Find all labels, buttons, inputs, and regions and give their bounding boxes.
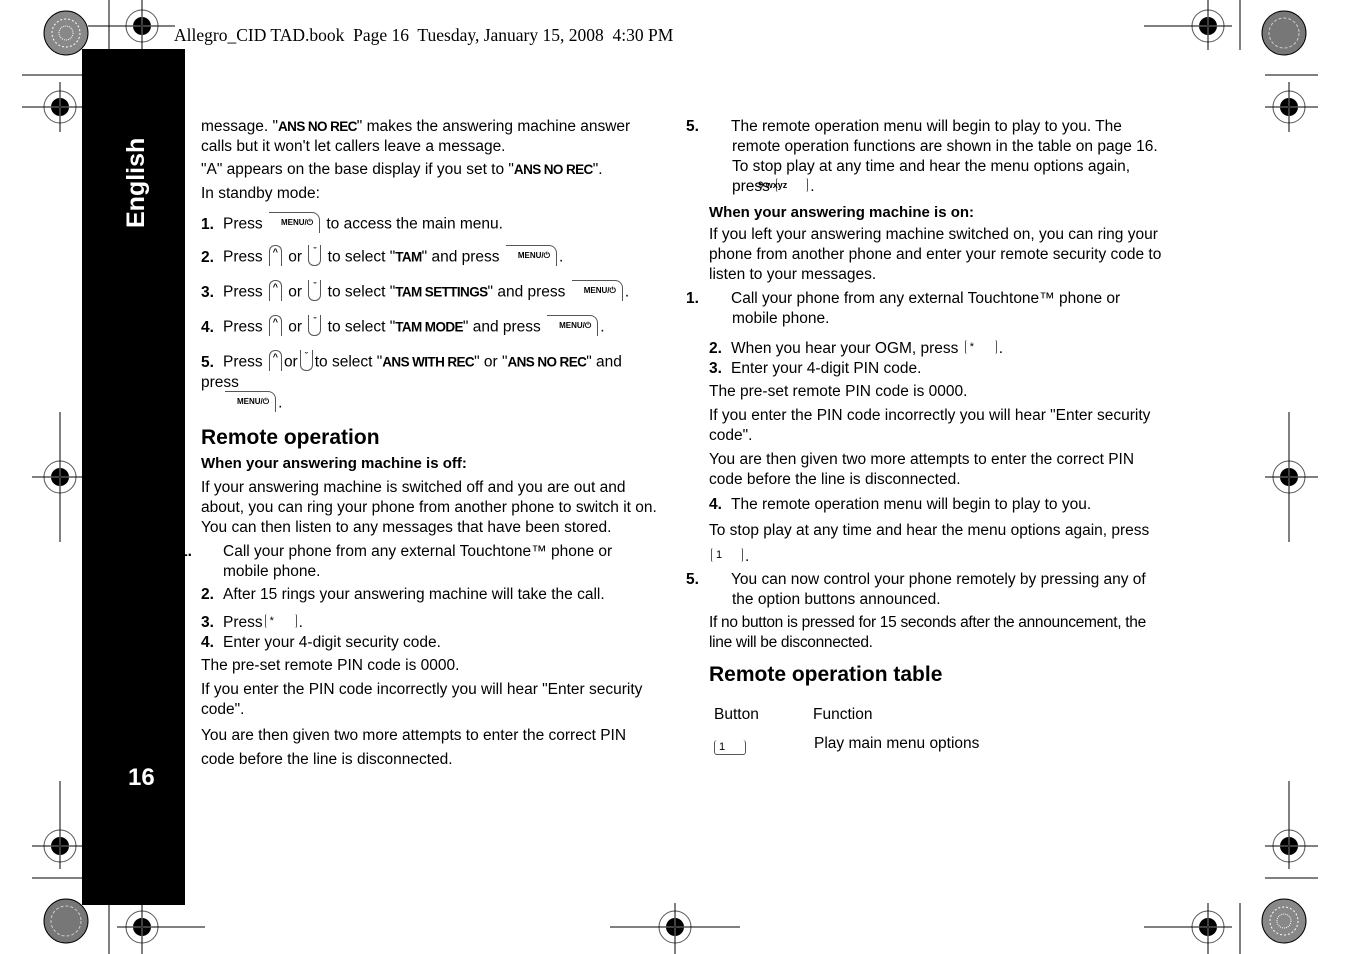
paragraph: If you enter the PIN code incorrectly yo… [201,681,643,718]
crosshair-mark-icon [32,412,82,542]
nine-key-icon: 9 wxyz [758,177,809,192]
display-note: "A" appears on the base display if you s… [201,161,603,178]
paragraph: You are then given two more attempts to … [201,727,627,768]
paragraph: The pre-set remote PIN code is 0000. [201,657,460,674]
crosshair-mark-icon [1144,903,1232,954]
crosshair-mark-icon [1144,0,1232,50]
table-header-button: Button [714,706,759,723]
color-bar-dial-icon [43,898,89,944]
step-item: 2. After 15 rings your answering machine … [201,586,605,603]
paragraph: To stop play at any time and hear the me… [709,522,1150,565]
menu-key-icon: MENU/⏻ [505,245,557,266]
standby-label: In standby mode: [201,185,320,202]
crosshair-mark-icon [32,781,82,869]
one-key-icon: 1 [711,547,743,562]
step-item: 1. Call your phone from any external Touc… [686,290,1121,327]
crosshair-mark-icon [1265,781,1318,869]
paragraph: If your answering machine is switched of… [201,479,657,536]
star-key-icon: * [264,613,297,628]
crosshair-mark-icon [22,82,82,132]
down-arrow-key-icon: ˇ [308,315,322,336]
menu-key-icon: MENU/⏻ [225,391,277,412]
table-header-row: Button Function [709,705,980,733]
left-column: message. "ANS NO REC" makes the answerin… [179,117,661,772]
crosshair-mark-icon [1265,82,1318,132]
paragraph: The pre-set remote PIN code is 0000. [709,383,968,400]
crosshair-mark-icon [1265,412,1318,542]
step-item: 1. Press MENU/⏻ to access the main menu. [201,212,661,235]
crosshair-mark-icon [88,0,175,50]
star-key-icon: * [964,339,997,354]
table-header-function: Function [813,706,873,723]
step-item: 5. You can now control your phone remotel… [686,571,1146,608]
step-item: 4. Press ^ or ˇ to select "TAM MODE" and … [201,315,605,336]
menu-key-icon: MENU/⏻ [571,280,623,301]
color-bar-dial-icon [43,10,89,56]
crosshair-mark-icon [117,905,205,954]
section-heading: Remote operation [201,426,380,449]
step-item: 2. When you hear your OGM, press *. [709,339,1004,357]
up-arrow-key-icon: ^ [268,280,282,301]
one-key-icon: 1 [714,740,746,756]
table-cell-function: Play main menu options [814,735,980,752]
section-heading: Remote operation table [709,663,943,686]
up-arrow-key-icon: ^ [268,245,282,266]
step-item: 3. Enter your 4-digit PIN code. [709,360,922,377]
color-bar-dial-icon [1261,898,1307,944]
down-arrow-key-icon: ˇ [308,280,322,301]
menu-key-icon: MENU/⏻ [547,315,599,336]
right-column: 5. The remote operation menu will begin t… [686,117,1169,756]
intro-paragraph: message. "ANS NO REC" makes the answerin… [201,118,631,155]
step-item: 3. Press *. [201,613,303,631]
remote-operation-table: Button Function 1 Play main menu options [709,705,980,756]
step-item: 5. Press ^ or ˇ to select "ANS WITH REC" or … [201,350,622,412]
paragraph: If you left your answering machine switc… [709,226,1162,283]
table-row: 1 Play main menu options [709,733,980,756]
step-item: 4. The remote operation menu will begin t… [709,496,1092,513]
down-arrow-key-icon: ˇ [299,350,313,371]
step-item: 4. Enter your 4-digit security code. [201,634,441,651]
subheading: When your answering machine is on: [709,204,975,221]
step-item: 3. Press ^ or ˇ to select "TAM SETTINGS" … [201,280,630,301]
paragraph: If you enter the PIN code incorrectly yo… [709,407,1151,444]
up-arrow-key-icon: ^ [268,350,282,371]
step-item: 5. The remote operation menu will begin t… [686,118,1158,195]
up-arrow-key-icon: ^ [268,315,282,336]
color-bar-dial-icon [1261,10,1307,56]
paragraph: If no button is pressed for 15 seconds a… [709,614,1146,651]
step-item: 1. Call your phone from any external Touc… [179,543,613,580]
crosshair-mark-icon [610,903,740,954]
down-arrow-key-icon: ˇ [308,245,322,266]
subheading: When your answering machine is off: [201,455,467,472]
menu-key-icon: MENU/⏻ [268,212,321,233]
step-item: 2. Press ^ or ˇ to select "TAM" and press… [201,245,564,266]
paragraph: You are then given two more attempts to … [709,451,1135,488]
